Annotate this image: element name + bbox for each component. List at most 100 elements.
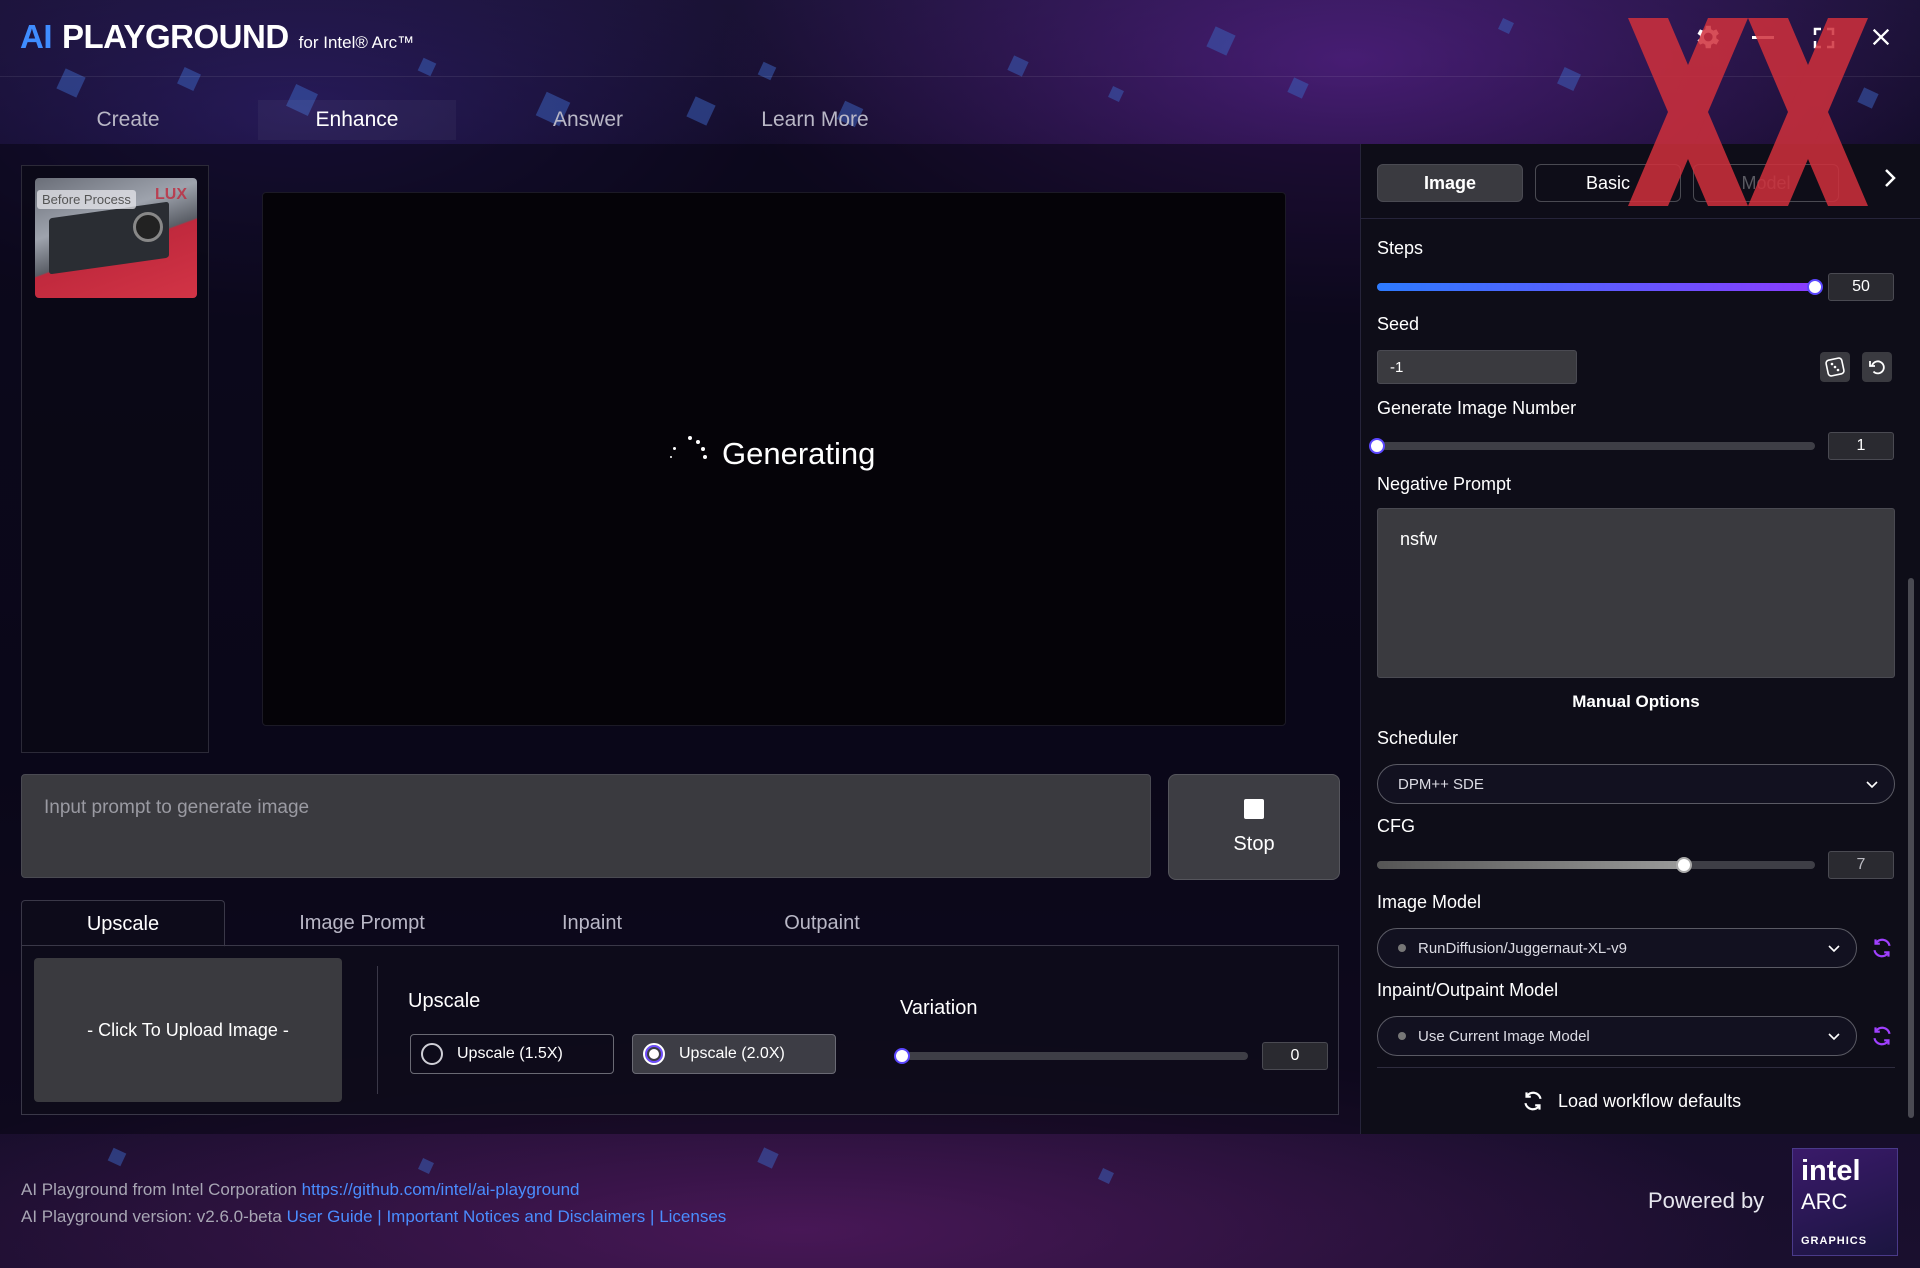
model-status-dot: [1398, 944, 1406, 952]
footer-sep-1: |: [377, 1207, 382, 1226]
seed-input[interactable]: -1: [1377, 350, 1577, 384]
footer-copyright: AI Playground from Intel Corporation: [21, 1180, 297, 1199]
stop-icon: [1244, 798, 1264, 819]
image-number-slider[interactable]: [1369, 438, 1815, 454]
stop-button-label: Stop: [1233, 832, 1275, 855]
chevron-down-icon: [1866, 781, 1878, 789]
undo-icon: [1869, 360, 1885, 375]
xx-watermark-logo: [1628, 18, 1868, 206]
generating-status: Generating: [722, 436, 876, 471]
steps-slider[interactable]: [1377, 279, 1823, 295]
load-defaults-button[interactable]: Load workflow defaults: [1520, 1086, 1741, 1116]
footer-sep-2: |: [650, 1207, 655, 1226]
refresh-icon: [1524, 1091, 1542, 1111]
intel-arc-logo: intel ARC GRAPHICS: [1792, 1148, 1898, 1256]
history-column: Before Process LUX: [21, 165, 209, 753]
tab-image-prompt[interactable]: Image Prompt: [280, 900, 444, 946]
user-guide-link[interactable]: User Guide: [287, 1207, 373, 1226]
variation-title: Variation: [900, 997, 978, 1019]
cfg-value[interactable]: 7: [1828, 851, 1894, 879]
logo-subtitle: for Intel® Arc™: [298, 33, 415, 52]
refresh-image-model-icon[interactable]: [1869, 935, 1895, 961]
random-seed-button[interactable]: [1820, 352, 1850, 382]
logo-playground: PLAYGROUND: [62, 18, 289, 55]
upscale-title: Upscale: [408, 990, 481, 1012]
close-icon[interactable]: [1870, 26, 1892, 48]
radio-unselected-icon: [421, 1043, 443, 1065]
tab-answer[interactable]: Answer: [520, 100, 656, 140]
thumbnail-label: Before Process: [37, 190, 136, 209]
tab-enhance[interactable]: Enhance: [258, 100, 456, 140]
badge-graphics: GRAPHICS: [1801, 1235, 1868, 1247]
variation-slider-handle[interactable]: [894, 1048, 910, 1064]
notices-link[interactable]: Important Notices and Disclaimers: [386, 1207, 645, 1226]
tab-create[interactable]: Create: [60, 100, 196, 140]
gpu-fan-image: [133, 212, 163, 242]
radio-selected-icon: [643, 1043, 665, 1065]
steps-label: Steps: [1377, 238, 1424, 258]
app-logo: AI PLAYGROUND for Intel® Arc™: [20, 18, 414, 56]
powered-by-label: Powered by: [1648, 1188, 1765, 1213]
image-number-slider-handle[interactable]: [1369, 438, 1385, 454]
panel-divider: [377, 966, 378, 1094]
scheduler-select[interactable]: DPM++ SDE: [1377, 764, 1895, 804]
settings-divider: [1377, 1067, 1895, 1068]
inpaint-status-dot: [1398, 1032, 1406, 1040]
reset-seed-button[interactable]: [1862, 352, 1892, 382]
chevron-right-icon[interactable]: [1880, 166, 1900, 190]
steps-slider-handle[interactable]: [1807, 279, 1823, 295]
negative-prompt-input[interactable]: nsfw: [1377, 508, 1895, 678]
footer-version: AI Playground version: v2.6.0-beta: [21, 1207, 282, 1226]
manual-options-title: Manual Options: [1572, 692, 1700, 711]
image-number-value[interactable]: 1: [1828, 432, 1894, 460]
cfg-slider-fill: [1377, 861, 1684, 869]
inpaint-model-select[interactable]: Use Current Image Model: [1377, 1016, 1857, 1056]
badge-arc: ARC: [1801, 1189, 1848, 1214]
tab-inpaint[interactable]: Inpaint: [542, 900, 642, 946]
upscale-1-5x-option[interactable]: Upscale (1.5X): [410, 1034, 614, 1074]
seed-label: Seed: [1377, 314, 1420, 334]
cfg-slider[interactable]: [1377, 857, 1815, 873]
app-window: AI PLAYGROUND for Intel® Arc™ Create Enhan…: [0, 0, 1920, 1268]
thumbnail-overlay: LUX: [155, 186, 187, 203]
image-model-label: Image Model: [1377, 892, 1482, 912]
variation-slider[interactable]: [894, 1048, 1248, 1064]
image-number-label: Generate Image Number: [1377, 398, 1577, 418]
chevron-down-icon: [1828, 1033, 1840, 1041]
settings-tab-divider: [1360, 218, 1920, 219]
footer-line-1: AI Playground from Intel Corporation htt…: [21, 1180, 579, 1200]
cfg-slider-handle[interactable]: [1675, 857, 1692, 873]
prompt-input[interactable]: Input prompt to generate image: [21, 774, 1151, 878]
steps-value[interactable]: 50: [1828, 273, 1894, 301]
licenses-link[interactable]: Licenses: [659, 1207, 726, 1226]
negative-prompt-label: Negative Prompt: [1377, 474, 1512, 494]
upscale-1-5x-label: Upscale (1.5X): [457, 1045, 563, 1062]
variation-value[interactable]: 0: [1262, 1042, 1328, 1070]
footer-line-2: AI Playground version: v2.6.0-beta User …: [21, 1207, 726, 1227]
upscale-panel: - Click To Upload Image - Upscale Upscal…: [21, 945, 1339, 1115]
scheduler-value: DPM++ SDE: [1398, 775, 1484, 793]
dice-icon: [1825, 357, 1845, 377]
tab-image-settings[interactable]: Image: [1377, 164, 1523, 202]
tab-learn-more[interactable]: Learn More: [740, 100, 890, 140]
badge-intel: intel: [1801, 1155, 1861, 1187]
upload-image-button[interactable]: - Click To Upload Image -: [34, 958, 342, 1102]
logo-ai: AI: [20, 18, 53, 55]
tab-upscale[interactable]: Upscale: [21, 900, 225, 947]
cfg-label: CFG: [1377, 816, 1415, 836]
upscale-2-0x-label: Upscale (2.0X): [679, 1045, 785, 1062]
history-thumbnail[interactable]: Before Process LUX: [35, 178, 197, 298]
refresh-inpaint-model-icon[interactable]: [1869, 1023, 1895, 1049]
scheduler-label: Scheduler: [1377, 728, 1459, 748]
github-link[interactable]: https://github.com/intel/ai-playground: [302, 1180, 580, 1199]
image-model-value: RunDiffusion/Juggernaut-XL-v9: [1418, 939, 1628, 957]
chevron-down-icon: [1828, 945, 1840, 953]
stop-button[interactable]: Stop: [1168, 774, 1340, 880]
inpaint-model-value: Use Current Image Model: [1418, 1027, 1590, 1045]
settings-scrollbar[interactable]: [1908, 578, 1914, 1118]
upscale-2-0x-option[interactable]: Upscale (2.0X): [632, 1034, 836, 1074]
image-model-select[interactable]: RunDiffusion/Juggernaut-XL-v9: [1377, 928, 1857, 968]
load-defaults-label: Load workflow defaults: [1558, 1090, 1742, 1111]
tab-outpaint[interactable]: Outpaint: [770, 900, 874, 946]
steps-slider-fill: [1377, 283, 1815, 291]
